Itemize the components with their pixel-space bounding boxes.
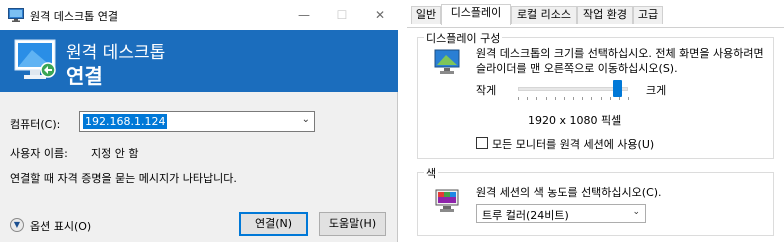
- tab-experience[interactable]: 작업 환경: [577, 6, 633, 24]
- all-monitors-checkbox[interactable]: [476, 137, 488, 149]
- slider-tick: [545, 97, 547, 100]
- username-value: 지정 안 함: [91, 147, 139, 160]
- rdc-window: 원격 데스크톱 연결 — ☐ ✕ 원격 데스크톱 연결 컴퓨터(C): 192.…: [0, 0, 398, 242]
- slider-tick: [628, 97, 629, 100]
- tab-strip: 일반 디스플레이 로컬 리소스 작업 환경 고급: [407, 4, 784, 28]
- color-palette-icon: [435, 189, 459, 212]
- slider-tick: [554, 97, 556, 100]
- slider-large-label: 크게: [646, 84, 667, 97]
- resolution-text: 1920 x 1080 픽셀: [528, 114, 622, 127]
- connect-button[interactable]: 연결(N): [239, 212, 308, 236]
- display-settings-panel: 일반 디스플레이 로컬 리소스 작업 환경 고급 디스플레이 구성 원격 데스크…: [407, 0, 784, 242]
- tab-display[interactable]: 디스플레이: [441, 4, 511, 25]
- banner: 원격 데스크톱 연결: [0, 30, 398, 92]
- slider-tick: [618, 97, 620, 100]
- slider-thumb[interactable]: [613, 80, 622, 97]
- window-title: 원격 데스크톱 연결: [30, 10, 118, 23]
- display-config-group: 디스플레이 구성 원격 데스크톱의 크기를 선택하십시오. 전체 화면을 사용하…: [417, 30, 774, 159]
- slider-tick: [582, 97, 584, 100]
- color-depth-value[interactable]: 트루 컬러(24비트): [482, 207, 569, 223]
- maximize-button[interactable]: ☐: [322, 0, 362, 30]
- display-description: 원격 데스크톱의 크기를 선택하십시오. 전체 화면을 사용하려면 슬라이더를 …: [476, 47, 764, 75]
- computer-combobox[interactable]: 192.168.1.124 ⌄: [79, 111, 315, 132]
- slider-tick: [527, 97, 529, 100]
- minimize-button[interactable]: —: [284, 0, 324, 30]
- color-group-title: 색: [424, 165, 439, 181]
- tab-local-resources[interactable]: 로컬 리소스: [511, 6, 577, 24]
- slider-tick: [591, 97, 593, 100]
- chevron-down-icon[interactable]: ⌄: [302, 114, 310, 125]
- username-label: 사용자 이름:: [10, 147, 68, 160]
- display-config-title: 디스플레이 구성: [424, 30, 503, 46]
- tab-advanced[interactable]: 고급: [633, 6, 663, 24]
- tab-divider: [407, 27, 784, 28]
- slider-tick: [573, 97, 574, 100]
- expand-down-icon[interactable]: ▼: [10, 218, 24, 232]
- chevron-down-icon[interactable]: ⌄: [632, 207, 640, 217]
- slider-tick: [518, 97, 519, 100]
- display-size-slider[interactable]: [518, 87, 628, 91]
- color-depth-select[interactable]: 트루 컬러(24비트) ⌄: [476, 204, 646, 223]
- color-group: 색 원격 세션의 색 농도를 선택하십시오(C). 트루 컬러(24비트) ⌄: [417, 165, 774, 236]
- slider-small-label: 작게: [476, 84, 497, 97]
- help-button[interactable]: 도움말(H): [319, 212, 386, 236]
- display-monitor-icon: [434, 49, 460, 74]
- slider-tick: [609, 97, 611, 100]
- remote-desktop-app-icon: [8, 8, 24, 22]
- close-button[interactable]: ✕: [360, 0, 400, 30]
- banner-subtitle: 연결: [66, 64, 103, 88]
- all-monitors-label[interactable]: 모든 모니터를 원격 세션에 사용(U): [492, 136, 654, 152]
- computer-value[interactable]: 192.168.1.124: [83, 114, 168, 129]
- color-description: 원격 세션의 색 농도를 선택하십시오(C).: [476, 186, 662, 199]
- title-bar[interactable]: 원격 데스크톱 연결 — ☐ ✕: [0, 0, 398, 30]
- slider-tick: [600, 97, 602, 100]
- computer-label: 컴퓨터(C):: [10, 118, 61, 131]
- slider-tick: [536, 97, 538, 100]
- show-options-label[interactable]: 옵션 표시(O): [30, 218, 91, 234]
- remote-desktop-monitor-icon: [14, 39, 56, 79]
- tab-general[interactable]: 일반: [411, 6, 441, 24]
- credentials-note: 연결할 때 자격 증명을 묻는 메시지가 나타납니다.: [10, 172, 237, 185]
- slider-tick: [563, 97, 565, 100]
